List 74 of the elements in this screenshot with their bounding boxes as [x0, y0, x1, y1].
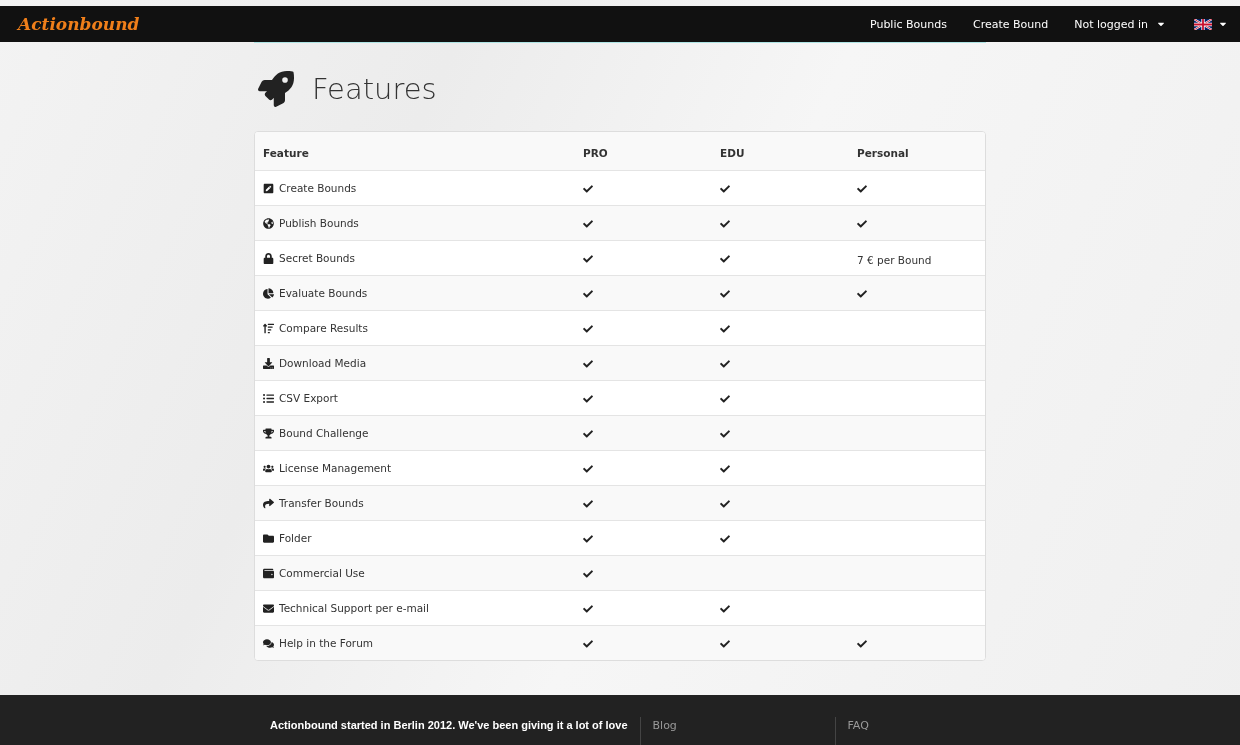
check-icon: [720, 253, 730, 264]
check-icon: [720, 183, 730, 194]
nav-link[interactable]: Public Bounds: [869, 17, 947, 31]
feature-name: Folder: [279, 532, 312, 544]
check-icon: [720, 358, 730, 369]
check-icon: [583, 568, 593, 579]
feature-name: CSV Export: [279, 392, 338, 404]
feature-name: Create Bounds: [279, 182, 357, 194]
check-icon: [583, 603, 593, 614]
column-header: Personal: [856, 146, 909, 159]
check-icon: [720, 288, 730, 299]
check-icon: [720, 603, 730, 614]
table-cell-text: 7 € per Bound: [856, 253, 932, 266]
wallet-icon: [263, 567, 274, 579]
globe-icon: [263, 217, 274, 229]
check-icon: [857, 288, 867, 299]
column-header: Feature: [262, 146, 309, 159]
footer-link[interactable]: FAQ: [847, 717, 1018, 734]
check-icon: [583, 463, 593, 474]
rocket-icon: [258, 71, 294, 107]
feature-name: Transfer Bounds: [279, 497, 364, 509]
feature-name: Secret Bounds: [279, 252, 355, 264]
feature-name: License Management: [279, 462, 392, 474]
feature-name: Technical Support per e-mail: [279, 602, 429, 614]
check-icon: [720, 323, 730, 334]
feature-name: Help in the Forum: [279, 637, 374, 649]
check-icon: [583, 358, 593, 369]
uk-flag-icon: [1194, 18, 1212, 30]
footer-link[interactable]: Blog: [652, 717, 823, 734]
check-icon: [720, 498, 730, 509]
check-icon: [583, 498, 593, 509]
check-icon: [583, 393, 593, 404]
account-dropdown[interactable]: Not logged in: [1074, 17, 1166, 31]
download-icon: [263, 357, 274, 369]
column-header: EDU: [719, 146, 745, 159]
feature-name: Compare Results: [279, 322, 368, 334]
check-icon: [583, 183, 593, 194]
language-dropdown[interactable]: [1194, 18, 1228, 30]
envelope-icon: [263, 602, 274, 614]
check-icon: [583, 428, 593, 439]
check-icon: [720, 393, 730, 404]
check-icon: [720, 428, 730, 439]
nav-link[interactable]: Create Bound: [972, 17, 1049, 31]
users-icon: [263, 462, 274, 474]
lock-icon: [263, 252, 274, 264]
feature-name: Bound Challenge: [279, 427, 369, 439]
check-icon: [583, 638, 593, 649]
check-icon: [583, 533, 593, 544]
feature-name: Evaluate Bounds: [279, 287, 368, 299]
trophy-icon: [263, 427, 274, 439]
logo[interactable]: Actionbound: [18, 14, 140, 34]
about-text: Actionbound started in Berlin 2012. We've been giving it a lot of love: [270, 718, 628, 733]
check-icon: [857, 183, 867, 194]
list-icon: [263, 392, 274, 404]
column-header: PRO: [582, 146, 608, 159]
check-icon: [583, 218, 593, 229]
speech-bubbles-icon: [263, 637, 274, 649]
folder-icon: [263, 532, 274, 544]
check-icon: [720, 533, 730, 544]
check-icon: [857, 638, 867, 649]
feature-name: Commercial Use: [279, 567, 365, 579]
check-icon: [583, 253, 593, 264]
check-icon: [720, 638, 730, 649]
feature-name: Download Media: [279, 357, 367, 369]
check-icon: [857, 218, 867, 229]
arrow-icon: [263, 497, 274, 509]
check-icon: [720, 463, 730, 474]
pie-chart-icon: [263, 287, 274, 299]
page-title: Features: [312, 72, 437, 106]
feature-name: Publish Bounds: [279, 217, 359, 229]
sort-icon: [263, 322, 274, 334]
check-icon: [720, 218, 730, 229]
check-icon: [583, 288, 593, 299]
check-icon: [583, 323, 593, 334]
